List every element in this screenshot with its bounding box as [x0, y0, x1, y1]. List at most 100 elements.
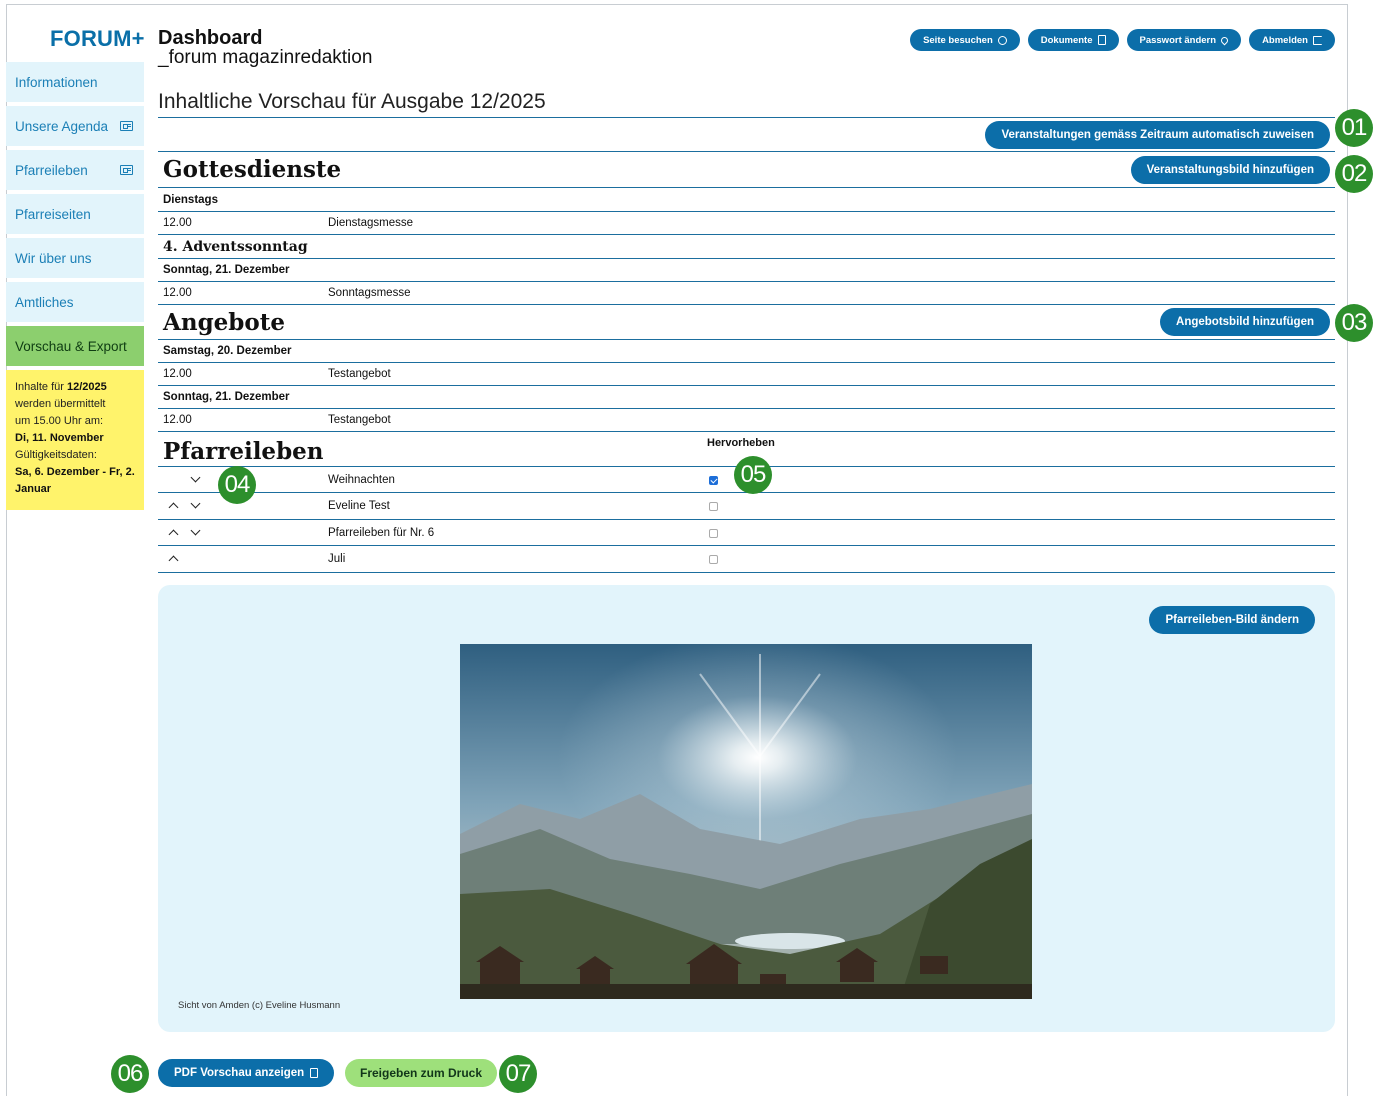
button-label: Seite besuchen — [923, 34, 993, 46]
landscape-image — [460, 644, 1032, 999]
highlight-checkbox[interactable] — [709, 528, 718, 538]
info-text: um 15.00 Uhr am: — [15, 415, 104, 427]
sidebar-item-informationen[interactable]: Informationen — [6, 62, 144, 102]
list-item: Eveline Test — [158, 493, 1335, 520]
assign-row: Veranstaltungen gemäss Zeitraum automati… — [158, 118, 1335, 152]
visit-site-button[interactable]: Seite besuchen — [910, 29, 1020, 51]
day-label: Sonntag, 21. Dezember — [163, 391, 290, 403]
info-issue: 12/2025 — [66, 381, 107, 393]
move-up-icon[interactable] — [166, 526, 182, 540]
sidebar-item-label: Pfarreiseiten — [15, 206, 91, 222]
document-icon — [1097, 35, 1106, 45]
sidebar-item-label: Vorschau & Export — [15, 338, 127, 354]
event-name: Dienstagsmesse — [328, 217, 414, 229]
header-actions: Seite besuchen Dokumente Passwort ändern… — [910, 29, 1335, 51]
info-validity-range: Sa, 6. Dezember - Fr, 2. Januar — [15, 466, 135, 495]
event-name: Sonntagsmesse — [328, 287, 411, 299]
section-title-gottesdienste: Gottesdienste — [163, 156, 342, 183]
offer-name: Testangebot — [328, 368, 391, 380]
section-gottesdienste-header: Gottesdienste Veranstaltungsbild hinzufü… — [158, 152, 1335, 188]
annotation-badge-07: 07 — [499, 1055, 537, 1093]
table-row: 12.00 Sonntagsmesse — [158, 282, 1335, 305]
pfarreileben-photo — [460, 644, 1032, 999]
info-text: werden übermittelt — [15, 398, 106, 410]
highlight-checkbox[interactable] — [709, 502, 718, 511]
occasion-row: 4. Adventssonntag — [158, 235, 1335, 259]
sidebar-item-label: Wir über uns — [15, 250, 92, 266]
change-pfarreileben-image-button[interactable]: Pfarreileben-Bild ändern — [1149, 606, 1315, 634]
button-label: Dokumente — [1040, 34, 1093, 46]
pdf-preview-button[interactable]: PDF Vorschau anzeigen — [158, 1059, 335, 1087]
page-subtitle: _forum magazinredaktion — [158, 47, 373, 68]
list-item: Pfarreileben für Nr. 6 — [158, 520, 1335, 546]
sidebar-item-pfarreiseiten[interactable]: Pfarreiseiten — [6, 194, 144, 234]
logout-button[interactable]: Abmelden — [1249, 29, 1335, 51]
offer-time: 12.00 — [163, 368, 192, 380]
table-row: 12.00 Testangebot — [158, 363, 1335, 386]
event-time: 12.00 — [163, 287, 192, 299]
sidebar-item-wir-ueber-uns[interactable]: Wir über uns — [6, 238, 144, 278]
change-password-button[interactable]: Passwort ändern — [1126, 29, 1242, 51]
section-title-pfarreileben: Pfarreileben — [163, 437, 324, 465]
globe-icon — [997, 35, 1007, 45]
sidebar: Informationen Unsere Agenda Pfarreileben… — [6, 62, 144, 510]
add-event-image-button[interactable]: Veranstaltungsbild hinzufügen — [1130, 155, 1330, 184]
annotation-badge-03: 03 — [1335, 304, 1373, 342]
logout-icon — [1313, 35, 1322, 45]
newspaper-icon — [120, 121, 133, 131]
day-label: Samstag, 20. Dezember — [163, 345, 292, 357]
pfarreileben-image-panel: Pfarreileben-Bild ändern Sicht von Amden… — [158, 585, 1335, 1032]
day-label: Dienstags — [163, 193, 218, 206]
item-name: Pfarreileben für Nr. 6 — [328, 526, 435, 539]
sidebar-item-label: Pfarreileben — [15, 162, 88, 178]
newspaper-icon — [120, 165, 133, 175]
sidebar-item-vorschau-export[interactable]: Vorschau & Export — [6, 326, 144, 366]
section-title-angebote: Angebote — [163, 308, 285, 336]
list-item: Juli — [158, 546, 1335, 573]
move-down-icon[interactable] — [188, 526, 204, 540]
move-up-icon[interactable] — [166, 552, 182, 566]
sidebar-item-amtliches[interactable]: Amtliches — [6, 282, 144, 322]
table-row: 12.00 Testangebot — [158, 409, 1335, 432]
info-deadline-date: Di, 11. November — [15, 432, 104, 444]
button-label: Abmelden — [1262, 34, 1308, 46]
deadline-infobox: Inhalte für 12/2025 werden übermittelt u… — [6, 370, 144, 510]
day-row: Samstag, 20. Dezember — [158, 340, 1335, 363]
item-name: Juli — [328, 553, 346, 565]
offer-time: 12.00 — [163, 414, 192, 426]
event-time: 12.00 — [163, 217, 192, 229]
day-row: Sonntag, 21. Dezember — [158, 386, 1335, 409]
add-offer-image-button[interactable]: Angebotsbild hinzufügen — [1160, 308, 1330, 336]
button-label: Passwort ändern — [1139, 34, 1217, 46]
assign-events-button[interactable]: Veranstaltungen gemäss Zeitraum automati… — [985, 120, 1330, 149]
item-name: Weihnachten — [328, 473, 395, 486]
table-row: 12.00 Dienstagsmesse — [158, 212, 1335, 235]
move-down-icon[interactable] — [188, 499, 204, 513]
sidebar-item-pfarreileben[interactable]: Pfarreileben — [6, 150, 144, 190]
preview-heading: Inhaltliche Vorschau für Ausgabe 12/2025 — [158, 90, 546, 113]
move-up-icon[interactable] — [166, 499, 182, 513]
documents-button[interactable]: Dokumente — [1027, 29, 1119, 51]
highlight-checkbox[interactable] — [709, 475, 718, 485]
key-icon — [1219, 35, 1230, 45]
occasion-label: 4. Adventssonntag — [163, 238, 308, 255]
photo-caption: Sicht von Amden (c) Eveline Husmann — [178, 1000, 341, 1011]
info-text: Inhalte für — [15, 381, 67, 393]
annotation-badge-06: 06 — [111, 1055, 149, 1093]
button-label: PDF Vorschau anzeigen — [174, 1067, 305, 1079]
annotation-badge-05: 05 — [734, 456, 772, 494]
move-down-icon[interactable] — [188, 473, 204, 487]
preview-content: Veranstaltungen gemäss Zeitraum automati… — [158, 117, 1335, 573]
sidebar-item-unsere-agenda[interactable]: Unsere Agenda — [6, 106, 144, 146]
item-name: Eveline Test — [328, 500, 390, 512]
sidebar-item-label: Informationen — [15, 74, 98, 90]
forum-logo[interactable]: FORUM+ — [50, 26, 145, 52]
pdf-document-icon — [310, 1068, 319, 1078]
highlight-checkbox[interactable] — [709, 555, 718, 564]
day-row: Sonntag, 21. Dezember — [158, 259, 1335, 282]
annotation-badge-04: 04 — [218, 466, 256, 504]
info-text: Gültigkeitsdaten: — [15, 449, 97, 461]
offer-name: Testangebot — [328, 414, 391, 426]
highlight-column-header: Hervorheben — [707, 437, 775, 449]
release-for-print-button[interactable]: Freigeben zum Druck — [345, 1059, 498, 1087]
